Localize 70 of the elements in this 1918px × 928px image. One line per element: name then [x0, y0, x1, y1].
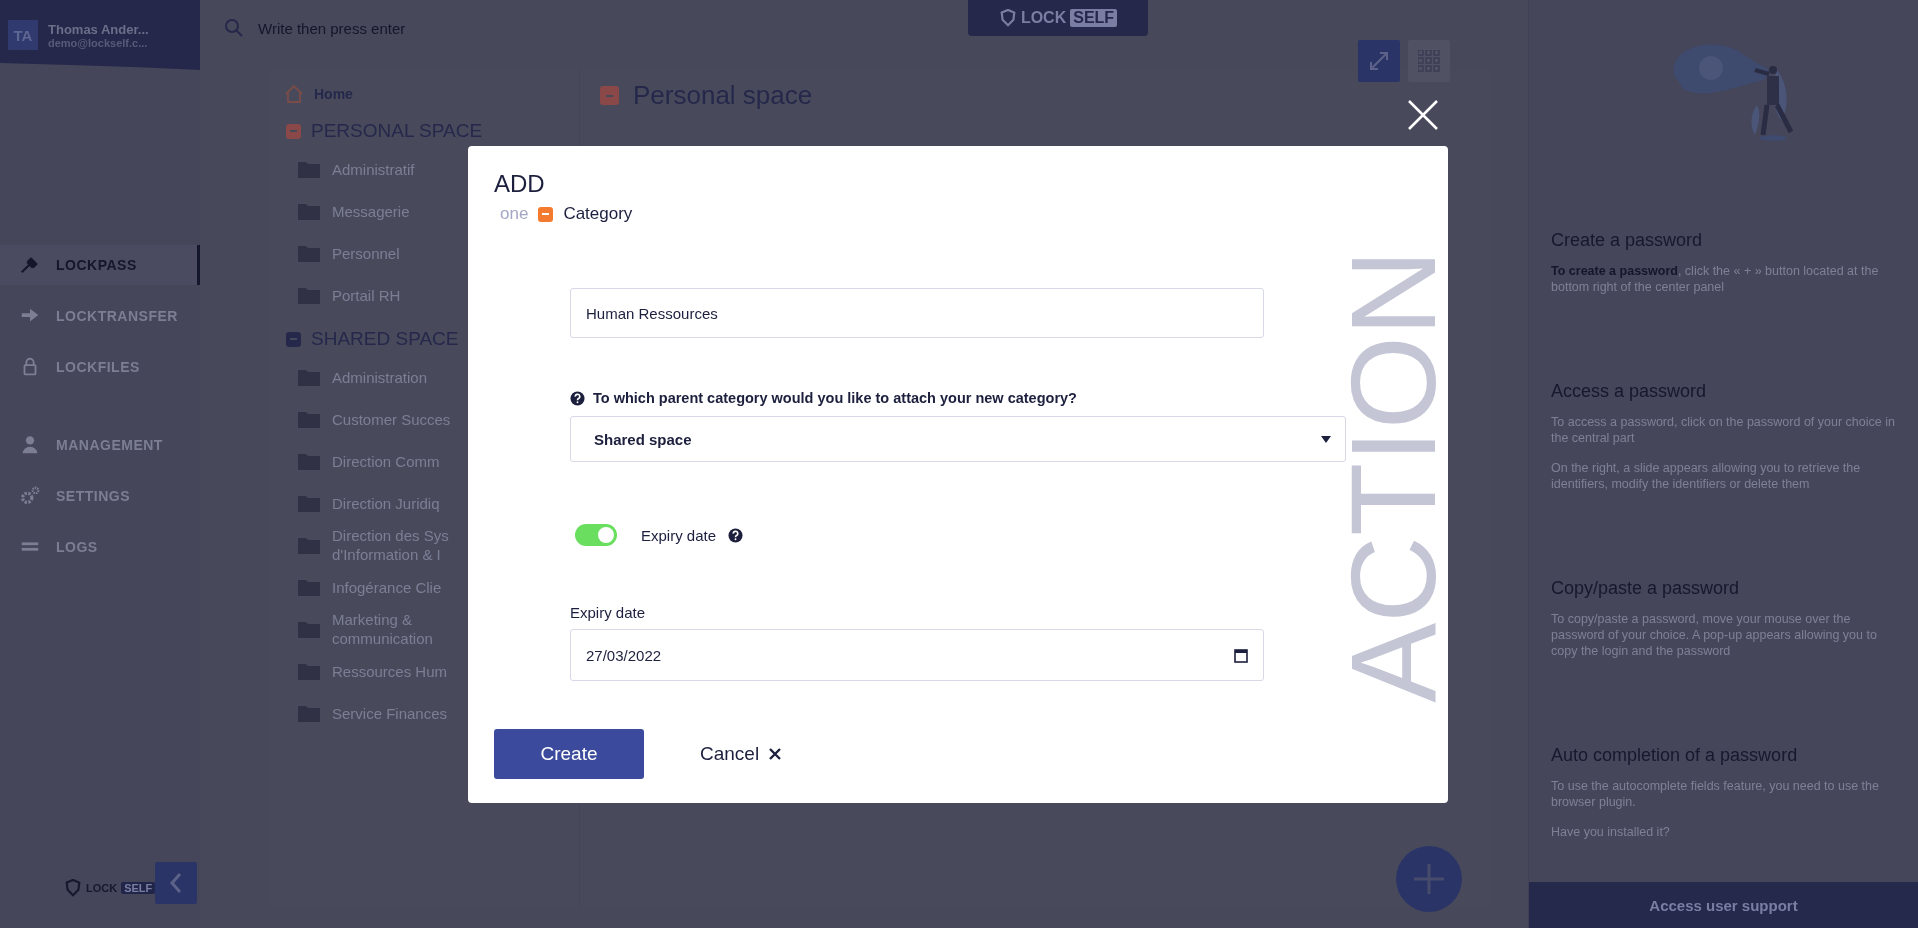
- toggle-switch[interactable]: [575, 524, 617, 546]
- category-item[interactable]: Infogérance Clie: [332, 577, 442, 597]
- folder-icon: [298, 410, 320, 428]
- create-button[interactable]: Create: [494, 729, 644, 779]
- user-name: Thomas Ander...: [48, 21, 149, 37]
- category-item[interactable]: Direction des Sys d'Information & I: [332, 526, 449, 564]
- chevron-left-icon: [169, 872, 184, 894]
- search-icon: [224, 18, 244, 38]
- help-text: To access a password, click on the password of your choice in the central part: [1551, 414, 1896, 446]
- gears-icon: [18, 485, 42, 507]
- parent-select[interactable]: Shared space: [570, 416, 1346, 462]
- cancel-button[interactable]: Cancel: [700, 743, 782, 765]
- shield-icon: [64, 879, 82, 897]
- collapse-button[interactable]: [155, 862, 198, 904]
- folder-icon: [298, 202, 320, 220]
- dialog-title: ADD: [494, 170, 546, 198]
- category-item[interactable]: Direction Comm: [332, 451, 440, 471]
- nav-item[interactable]: LOGS: [0, 527, 200, 567]
- category-icon: [600, 86, 619, 105]
- folder-icon: [298, 286, 320, 304]
- category-item[interactable]: Portail RH: [332, 285, 401, 305]
- category-item[interactable]: Ressources Hum: [332, 661, 448, 681]
- folder-icon: [298, 368, 320, 386]
- category-item[interactable]: Customer Succes: [332, 409, 451, 429]
- category-item[interactable]: Messagerie: [332, 201, 410, 221]
- category-item[interactable]: Administratif: [332, 159, 415, 179]
- toggle-label: Expiry date: [641, 526, 717, 544]
- folder-icon: [298, 620, 320, 638]
- nav-item[interactable]: LOCKFILES: [0, 347, 200, 387]
- close-button[interactable]: [1406, 98, 1440, 132]
- step-label: one: [500, 204, 529, 224]
- support-button[interactable]: Access user support: [1529, 882, 1918, 928]
- nav-item[interactable]: MANAGEMENT: [0, 425, 200, 465]
- help-text: On the right, a slide appears allowing you to retrieve the identifiers, modify the identifiers or delete them: [1551, 460, 1862, 492]
- caret-icon: [1321, 435, 1331, 443]
- dialog-subtitle: Category: [563, 204, 633, 224]
- category-item[interactable]: Direction Juridiq: [332, 493, 440, 513]
- calendar-icon: [1234, 647, 1248, 663]
- field-label: Expiry date: [570, 604, 647, 621]
- folder-icon: [298, 494, 320, 512]
- expand-icon: [1368, 50, 1390, 72]
- help-icon: [728, 527, 744, 543]
- help-icon: [570, 390, 585, 406]
- folder-icon: [298, 578, 320, 596]
- help-text: To copy/paste a password, move your mouse over the password of your choice. A pop-up appears allowing you to copy the login and the password: [1551, 611, 1878, 659]
- close-icon: [1406, 98, 1440, 132]
- category-item[interactable]: Personnel: [332, 243, 400, 263]
- category-icon: [538, 206, 554, 222]
- category-item[interactable]: Marketing & communication: [332, 610, 433, 648]
- help-text: To use the autocomplete fields feature, you need to use the browser plugin.: [1551, 778, 1880, 810]
- lockself-logo: LOCK SELF: [998, 9, 1118, 27]
- category-item[interactable]: Service Finances: [332, 703, 448, 723]
- folder-icon: [298, 536, 320, 554]
- field-label: To which parent category would you like to attach your new category?: [593, 390, 1077, 406]
- name-field[interactable]: Human Ressources: [570, 288, 1264, 338]
- date-field[interactable]: 27/03/2022: [570, 629, 1264, 681]
- folder-icon: [298, 704, 320, 722]
- plus-icon: [1412, 862, 1446, 896]
- shield-icon: [998, 9, 1017, 27]
- expand-button[interactable]: [1358, 40, 1400, 82]
- help-text: Have you installed it?: [1551, 824, 1671, 840]
- folder-icon: [298, 244, 320, 262]
- house-icon: [284, 84, 304, 104]
- folder-icon: [298, 452, 320, 470]
- category-item[interactable]: Administration: [332, 367, 428, 387]
- nav-item[interactable]: SETTINGS: [0, 476, 200, 516]
- folder-icon: [298, 160, 320, 178]
- close-icon: [769, 748, 782, 760]
- nav-item[interactable]: LOCKTRANSFER: [0, 296, 200, 336]
- folder-icon: [298, 662, 320, 680]
